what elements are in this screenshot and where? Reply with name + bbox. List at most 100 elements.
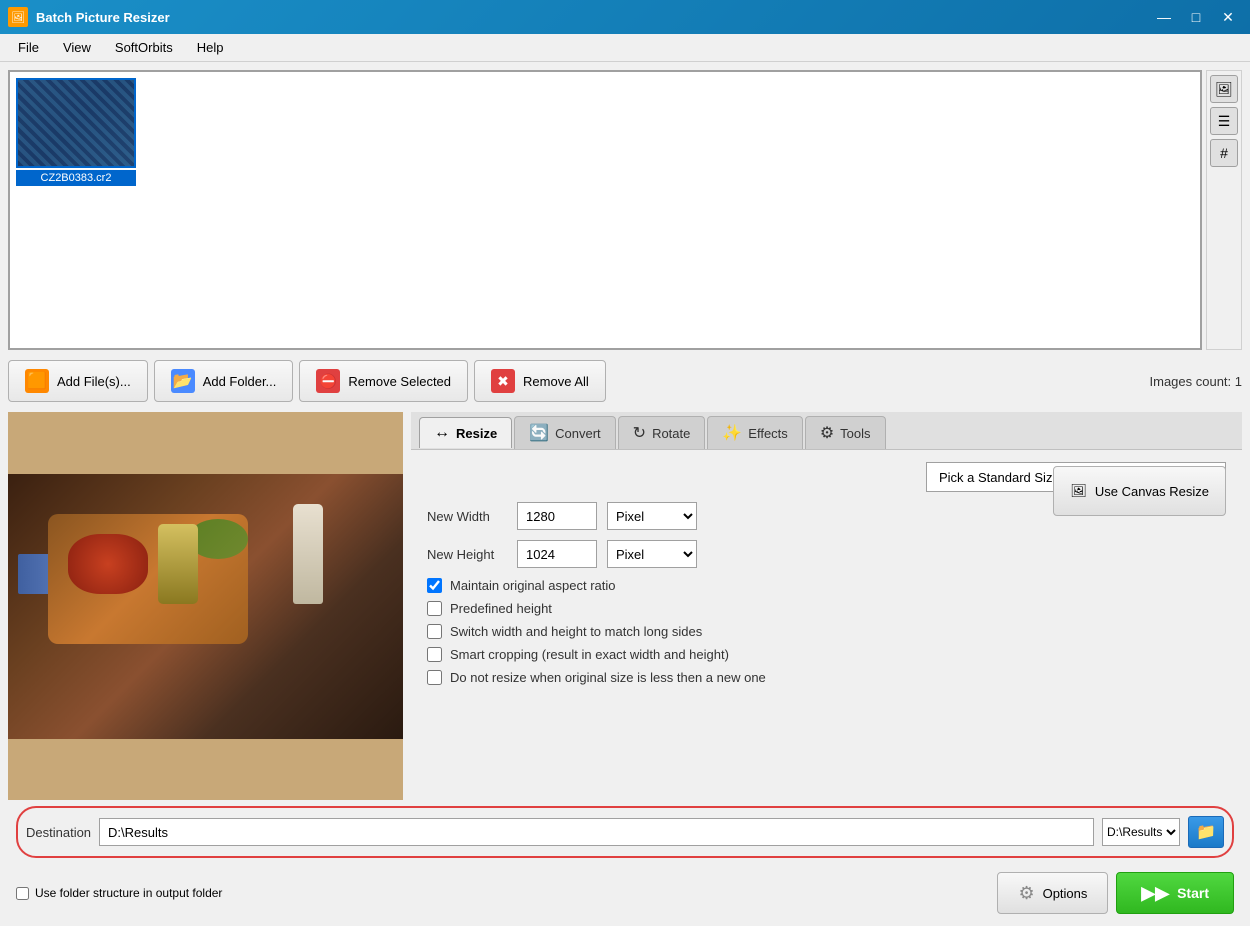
app-icon: 🖼 xyxy=(8,7,28,27)
images-count: Images count: 1 xyxy=(1150,374,1243,389)
maximize-button[interactable]: □ xyxy=(1182,3,1210,31)
options-label: Options xyxy=(1043,886,1088,901)
thumbnail-pattern xyxy=(18,80,134,166)
destination-dropdown[interactable]: D:\Results xyxy=(1102,818,1180,846)
add-files-icon: 🟧 xyxy=(25,369,49,393)
tab-effects[interactable]: ✨ Effects xyxy=(707,416,802,449)
preview-panel xyxy=(8,412,403,800)
maintain-aspect-checkbox[interactable] xyxy=(427,578,442,593)
height-input[interactable] xyxy=(517,540,597,568)
grid-view-button[interactable]: # xyxy=(1210,139,1238,167)
menu-view[interactable]: View xyxy=(53,36,101,59)
file-item[interactable]: CZ2B0383.cr2 xyxy=(16,78,136,186)
effects-tab-icon: ✨ xyxy=(722,423,742,443)
destination-label: Destination xyxy=(26,825,91,840)
remove-selected-label: Remove Selected xyxy=(348,374,451,389)
food-drink xyxy=(293,504,323,604)
window-controls: — □ ✕ xyxy=(1150,3,1242,31)
remove-all-label: Remove All xyxy=(523,374,589,389)
close-button[interactable]: ✕ xyxy=(1214,3,1242,31)
start-label: Start xyxy=(1177,885,1209,901)
menu-bar: File View SoftOrbits Help xyxy=(0,34,1250,62)
add-folder-label: Add Folder... xyxy=(203,374,277,389)
canvas-resize-button[interactable]: 🖼 Use Canvas Resize xyxy=(1053,466,1226,516)
tab-resize[interactable]: ↔ Resize xyxy=(419,417,512,448)
tab-tools[interactable]: ⚙ Tools xyxy=(805,416,886,449)
height-label: New Height xyxy=(427,547,507,562)
remove-selected-button[interactable]: ⛔ Remove Selected xyxy=(299,360,468,402)
remove-selected-icon: ⛔ xyxy=(316,369,340,393)
resize-tab-icon: ↔ xyxy=(434,424,450,442)
menu-file[interactable]: File xyxy=(8,36,49,59)
folder-structure-row: Use folder structure in output folder xyxy=(16,886,222,900)
file-name: CZ2B0383.cr2 xyxy=(16,170,136,186)
menu-help[interactable]: Help xyxy=(187,36,234,59)
gear-icon: ⚙ xyxy=(1018,883,1034,904)
no-resize-row: Do not resize when original size is less… xyxy=(427,670,1226,685)
window-title: Batch Picture Resizer xyxy=(36,10,170,25)
tab-convert[interactable]: 🔄 Convert xyxy=(514,416,615,449)
remove-all-icon: ✖ xyxy=(491,369,515,393)
list-view-button[interactable]: ☰ xyxy=(1210,107,1238,135)
tabs-bar: ↔ Resize 🔄 Convert ↻ Rotate ✨ Effects ⚙ xyxy=(411,412,1242,450)
file-list-area: CZ2B0383.cr2 🖼 ☰ # xyxy=(8,70,1242,350)
bottom-bar: Use folder structure in output folder ⚙ … xyxy=(8,868,1242,918)
predefined-height-label: Predefined height xyxy=(450,601,552,616)
maintain-aspect-label: Maintain original aspect ratio xyxy=(450,578,615,593)
food-background xyxy=(8,474,403,739)
add-folder-icon: 📂 xyxy=(171,369,195,393)
thumbnail-view-button[interactable]: 🖼 xyxy=(1210,75,1238,103)
bottom-section: ↔ Resize 🔄 Convert ↻ Rotate ✨ Effects ⚙ xyxy=(8,412,1242,800)
file-list-panel[interactable]: CZ2B0383.cr2 xyxy=(8,70,1202,350)
title-bar-left: 🖼 Batch Picture Resizer xyxy=(8,7,170,27)
predefined-height-row: Predefined height xyxy=(427,601,1226,616)
switch-wh-label: Switch width and height to match long si… xyxy=(450,624,702,639)
folder-structure-label: Use folder structure in output folder xyxy=(35,886,222,900)
resize-tab-label: Resize xyxy=(456,426,497,441)
smart-crop-row: Smart cropping (result in exact width an… xyxy=(427,647,1226,662)
tools-tab-label: Tools xyxy=(840,426,870,441)
main-content: CZ2B0383.cr2 🖼 ☰ # 🟧 Add File(s)... 📂 Ad… xyxy=(0,62,1250,926)
bottom-right-buttons: ⚙ Options ▶▶ Start xyxy=(997,872,1234,914)
rotate-tab-icon: ↻ xyxy=(633,423,646,443)
smart-crop-checkbox[interactable] xyxy=(427,647,442,662)
start-icon: ▶▶ xyxy=(1141,883,1169,904)
food-item2 xyxy=(158,524,198,604)
convert-tab-label: Convert xyxy=(555,426,601,441)
canvas-resize-label: Use Canvas Resize xyxy=(1095,484,1209,499)
destination-browse-button[interactable]: 📁 xyxy=(1188,816,1224,848)
food-item1 xyxy=(68,534,148,594)
no-resize-label: Do not resize when original size is less… xyxy=(450,670,766,685)
destination-input[interactable] xyxy=(99,818,1094,846)
switch-wh-checkbox[interactable] xyxy=(427,624,442,639)
width-unit-select[interactable]: Pixel Percent Centimeter Inch xyxy=(607,502,697,530)
canvas-icon: 🖼 xyxy=(1070,483,1087,499)
minimize-button[interactable]: — xyxy=(1150,3,1178,31)
no-resize-checkbox[interactable] xyxy=(427,670,442,685)
switch-wh-row: Switch width and height to match long si… xyxy=(427,624,1226,639)
effects-tab-label: Effects xyxy=(748,426,788,441)
preview-image xyxy=(8,474,403,739)
height-unit-select[interactable]: Pixel Percent Centimeter Inch xyxy=(607,540,697,568)
menu-softorbits[interactable]: SoftOrbits xyxy=(105,36,183,59)
remove-all-button[interactable]: ✖ Remove All xyxy=(474,360,606,402)
settings-panel: ↔ Resize 🔄 Convert ↻ Rotate ✨ Effects ⚙ xyxy=(411,412,1242,800)
convert-tab-icon: 🔄 xyxy=(529,423,549,443)
start-button[interactable]: ▶▶ Start xyxy=(1116,872,1234,914)
predefined-height-checkbox[interactable] xyxy=(427,601,442,616)
width-input[interactable] xyxy=(517,502,597,530)
width-label: New Width xyxy=(427,509,507,524)
rotate-tab-label: Rotate xyxy=(652,426,690,441)
add-files-label: Add File(s)... xyxy=(57,374,131,389)
main-toolbar: 🟧 Add File(s)... 📂 Add Folder... ⛔ Remov… xyxy=(8,356,1242,406)
tab-rotate[interactable]: ↻ Rotate xyxy=(618,416,706,449)
resize-settings: Pick a Standard Size New Width Pixel Per… xyxy=(411,450,1242,800)
title-bar: 🖼 Batch Picture Resizer — □ ✕ xyxy=(0,0,1250,34)
add-folder-button[interactable]: 📂 Add Folder... xyxy=(154,360,294,402)
folder-structure-checkbox[interactable] xyxy=(16,887,29,900)
view-sidebar: 🖼 ☰ # xyxy=(1206,70,1242,350)
width-row: New Width Pixel Percent Centimeter Inch … xyxy=(427,502,1226,530)
options-button[interactable]: ⚙ Options xyxy=(997,872,1108,914)
add-files-button[interactable]: 🟧 Add File(s)... xyxy=(8,360,148,402)
tools-tab-icon: ⚙ xyxy=(820,423,834,443)
